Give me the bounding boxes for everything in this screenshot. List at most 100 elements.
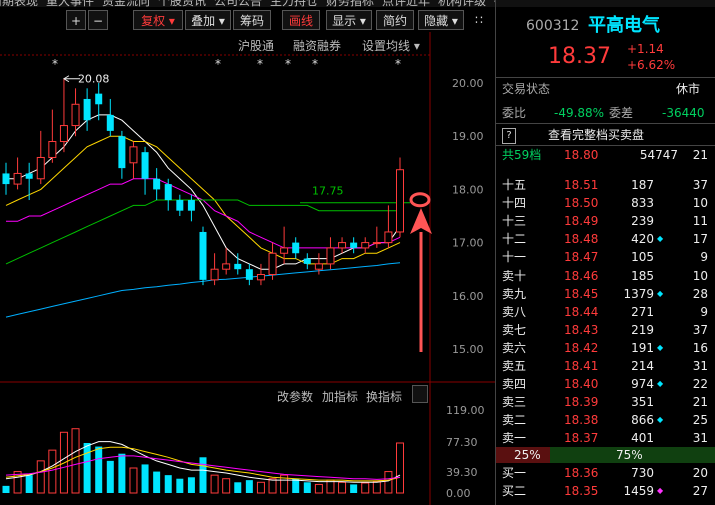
sell-level-label: 十三 <box>502 214 527 229</box>
sell-level-label: 卖五 <box>502 359 527 373</box>
zoom-out-button[interactable]: − <box>88 10 108 30</box>
volume-bar <box>245 480 253 493</box>
hide-dropdown[interactable]: 隐藏 ▾ <box>418 10 464 30</box>
sell-volume: 974 <box>631 377 654 392</box>
fuquan-dropdown[interactable]: 复权 ▾ <box>133 10 183 30</box>
top-nav-item[interactable]: 主力持仓 <box>270 0 318 7</box>
quote-panel: 600312 平高电气 18.37 +1.14 +6.62% 交易状态 休市 委… <box>495 0 715 505</box>
zoom-in-button[interactable]: + <box>66 10 86 30</box>
volume-bar <box>292 478 300 493</box>
candle-body <box>268 252 277 276</box>
view-full-book-link[interactable]: 查看完整档买卖盘 <box>548 126 644 144</box>
price-axis-tick: 20.00 <box>452 77 484 90</box>
volume-bar <box>384 471 393 494</box>
top-nav-item[interactable]: 重大事件 <box>46 0 94 7</box>
sell-row[interactable]: 卖六 18.42 191 ◆ 16 <box>496 339 715 357</box>
sell-order-count: 21 <box>692 395 708 410</box>
volume-bar <box>71 428 80 494</box>
sell-row[interactable]: 卖七 18.43 219 37 <box>496 321 715 339</box>
sell-order-count: 37 <box>692 322 708 337</box>
candle-body <box>256 274 265 281</box>
sell-row[interactable]: 卖五 18.41 214 31 <box>496 357 715 375</box>
sell-level-label: 卖八 <box>502 304 527 319</box>
event-star-icon[interactable]: * <box>215 57 221 71</box>
sell-level-label: 卖七 <box>502 322 527 337</box>
event-star-icon[interactable]: * <box>285 57 291 71</box>
candle-body <box>384 231 393 244</box>
sell-row[interactable]: 卖三 18.39 351 21 <box>496 393 715 411</box>
sell-flag-icon: ◆ <box>657 342 664 352</box>
sell-level-label: 卖三 <box>502 395 527 410</box>
sell-flag-icon: ◆ <box>657 288 664 298</box>
total-levels-price: 18.80 <box>564 148 599 162</box>
sell-row[interactable]: 十二 18.48 420 ◆ 17 <box>496 230 715 248</box>
candle-body <box>48 141 57 158</box>
event-star-icon[interactable]: * <box>395 57 401 71</box>
sell-row[interactable]: 十一 18.47 105 9 <box>496 248 715 266</box>
top-nav-item[interactable]: 周期表现 <box>0 0 38 7</box>
volume-axis-tick: 0.00 <box>446 487 471 500</box>
top-nav-item[interactable]: 资金流向 <box>102 0 150 7</box>
buy-volume: 730 <box>631 466 654 480</box>
sell-order-count: 16 <box>692 340 708 355</box>
sell-level-label: 卖十 <box>502 268 527 283</box>
event-star-icon[interactable]: * <box>257 57 263 71</box>
stock-code: 600312 <box>526 18 580 34</box>
sell-row[interactable]: 卖二 18.38 866 ◆ 25 <box>496 411 715 429</box>
top-nav-item[interactable]: 个股资讯 <box>158 0 206 7</box>
sell-price: 18.38 <box>564 413 599 428</box>
sell-level-label: 十四 <box>502 196 527 211</box>
sell-volume: 420 <box>631 232 654 247</box>
draw-line-button[interactable]: 画线 <box>282 10 320 30</box>
sell-row[interactable]: 卖一 18.37 401 31 <box>496 429 715 447</box>
candle-body <box>106 114 114 131</box>
top-nav-item[interactable]: 公司公告 <box>214 0 262 7</box>
sell-row[interactable]: 卖四 18.40 974 ◆ 22 <box>496 375 715 393</box>
sell-row[interactable]: 卖十 18.46 185 10 <box>496 267 715 285</box>
weibi-value: -49.88% <box>554 106 605 120</box>
sell-price: 18.43 <box>564 322 599 337</box>
top-nav-item[interactable]: 点评近年 <box>382 0 430 7</box>
sell-price: 18.49 <box>564 214 599 229</box>
buy-row[interactable]: 买一 18.36 730 20 <box>496 464 715 482</box>
high-marker-label: 20.08 <box>78 73 110 86</box>
simple-mode-button[interactable]: 简约 <box>376 10 414 30</box>
buy-flag-icon: ◆ <box>657 486 664 496</box>
event-star-icon[interactable]: * <box>312 57 318 71</box>
ratio-left: 25% <box>514 448 541 462</box>
sell-order-count: 31 <box>692 431 708 446</box>
sell-row[interactable]: 十五 18.51 187 37 <box>496 176 715 194</box>
volume-bar <box>234 482 242 493</box>
sell-volume: 833 <box>631 196 654 211</box>
candle-body <box>199 231 207 280</box>
sell-row[interactable]: 十四 18.50 833 10 <box>496 194 715 212</box>
sell-level-label: 卖九 <box>502 286 527 301</box>
sell-order-count: 9 <box>700 304 708 319</box>
candle-body <box>292 242 300 254</box>
buy-row[interactable]: 买二 18.35 1459 ◆ 27 <box>496 482 715 500</box>
display-dropdown[interactable]: 显示 ▾ <box>326 10 372 30</box>
volume-bar <box>210 474 219 494</box>
weibi-label: 委比 <box>502 106 527 120</box>
sell-row[interactable]: 十三 18.49 239 11 <box>496 212 715 230</box>
sell-price: 18.48 <box>564 232 599 247</box>
event-star-icon[interactable]: * <box>52 57 58 71</box>
top-nav-item[interactable]: 财务指标 <box>326 0 374 7</box>
chips-button[interactable]: 筹码 <box>233 10 271 30</box>
candle-body <box>164 184 172 201</box>
sell-volume: 185 <box>631 268 654 283</box>
grid-icon[interactable]: ∷ <box>470 10 488 30</box>
sell-row[interactable]: 卖九 18.45 1379 ◆ 28 <box>496 285 715 303</box>
sell-price: 18.44 <box>564 304 599 319</box>
total-levels-volume: 54747 <box>639 148 678 162</box>
help-icon[interactable]: ? <box>502 128 516 144</box>
volume-bar <box>199 457 207 493</box>
overlay-dropdown[interactable]: 叠加 ▾ <box>185 10 231 30</box>
volume-bar <box>2 485 10 493</box>
candle-body <box>13 172 22 185</box>
sell-order-count: 25 <box>692 413 708 428</box>
volume-bar <box>361 482 370 494</box>
total-levels-count: 21 <box>692 148 708 162</box>
sell-row[interactable]: 卖八 18.44 271 9 <box>496 303 715 321</box>
top-nav-item[interactable]: 机构评级 <box>438 0 486 7</box>
